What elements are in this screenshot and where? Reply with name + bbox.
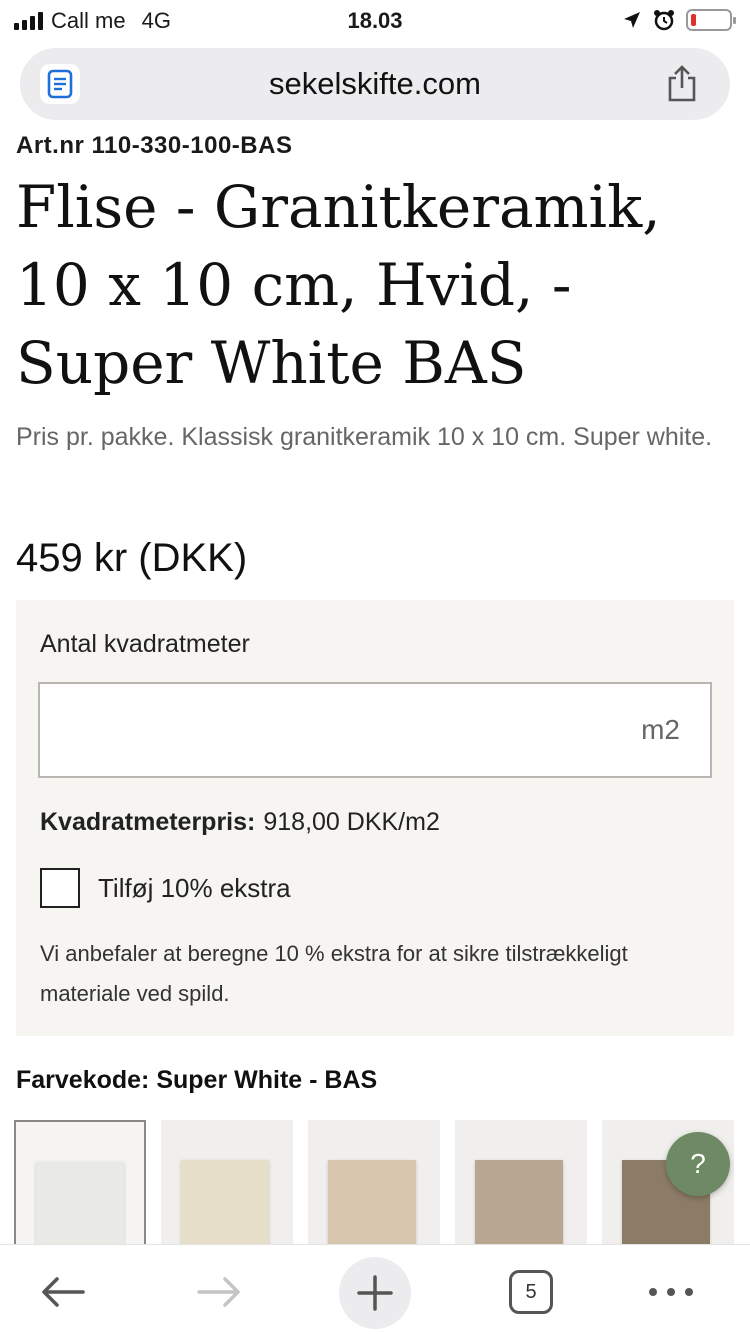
tabs-button[interactable]: 5 <box>496 1257 566 1327</box>
sqm-price: Kvadratmeterpris: 918,00 DKK/m2 <box>40 808 440 837</box>
status-right <box>622 8 736 32</box>
sqm-calculator: Antal kvadratmeter m2 Kvadratmeterpris: 9… <box>16 600 734 1036</box>
sqm-input-box[interactable]: m2 <box>38 682 712 778</box>
color-swatch[interactable] <box>14 1120 146 1250</box>
color-swatches <box>14 1120 750 1250</box>
status-bar: Call me 4G 18.03 <box>0 0 750 40</box>
back-button[interactable] <box>28 1257 98 1327</box>
arrow-right-icon <box>197 1277 240 1307</box>
share-icon[interactable] <box>664 64 704 104</box>
extra-label[interactable]: Tilføj 10% ekstra <box>98 873 291 904</box>
tab-count: 5 <box>509 1270 553 1314</box>
extra-option[interactable]: Tilføj 10% ekstra <box>40 868 291 908</box>
new-tab-button[interactable] <box>339 1257 411 1329</box>
article-number: Art.nr 110-330-100-BAS <box>16 132 293 159</box>
battery-icon <box>686 9 736 31</box>
extra-note: Vi anbefaler at beregne 10 % ekstra for … <box>40 941 628 1006</box>
battery-level <box>691 14 696 26</box>
location-arrow-icon <box>624 12 640 28</box>
color-swatch[interactable] <box>455 1120 587 1250</box>
sqm-price-value: 918,00 DKK/m2 <box>263 808 440 836</box>
swatch-tile <box>328 1160 416 1250</box>
browser-toolbar: 5 <box>0 1244 750 1334</box>
alarm-icon <box>654 10 674 31</box>
swatch-tile <box>181 1160 269 1250</box>
forward-button[interactable] <box>184 1257 254 1327</box>
address-bar[interactable]: sekelskifte.com <box>20 48 730 120</box>
color-swatch[interactable] <box>308 1120 440 1250</box>
more-icon <box>649 1288 693 1296</box>
product-description: Pris pr. pakke. Klassisk granitkeramik 1… <box>16 423 713 451</box>
more-button[interactable] <box>636 1257 706 1327</box>
extra-checkbox[interactable] <box>40 868 80 908</box>
sqm-label: Antal kvadratmeter <box>40 630 250 658</box>
product-title: Flise - Granitkeramik, 10 x 10 cm, Hvid,… <box>16 173 661 397</box>
sqm-price-label: Kvadratmeterpris: <box>40 808 256 836</box>
swatch-tile <box>36 1162 124 1250</box>
color-code-label: Farvekode: Super White - BAS <box>16 1066 378 1094</box>
plus-icon <box>357 1275 393 1311</box>
product-price: 459 kr (DKK) <box>16 536 248 580</box>
help-button[interactable]: ? <box>666 1132 730 1196</box>
url-text[interactable]: sekelskifte.com <box>20 66 730 102</box>
sqm-unit: m2 <box>641 714 680 745</box>
color-swatch[interactable] <box>161 1120 293 1250</box>
sqm-input[interactable] <box>40 684 600 774</box>
swatch-tile <box>475 1160 563 1250</box>
arrow-left-icon <box>42 1277 85 1307</box>
